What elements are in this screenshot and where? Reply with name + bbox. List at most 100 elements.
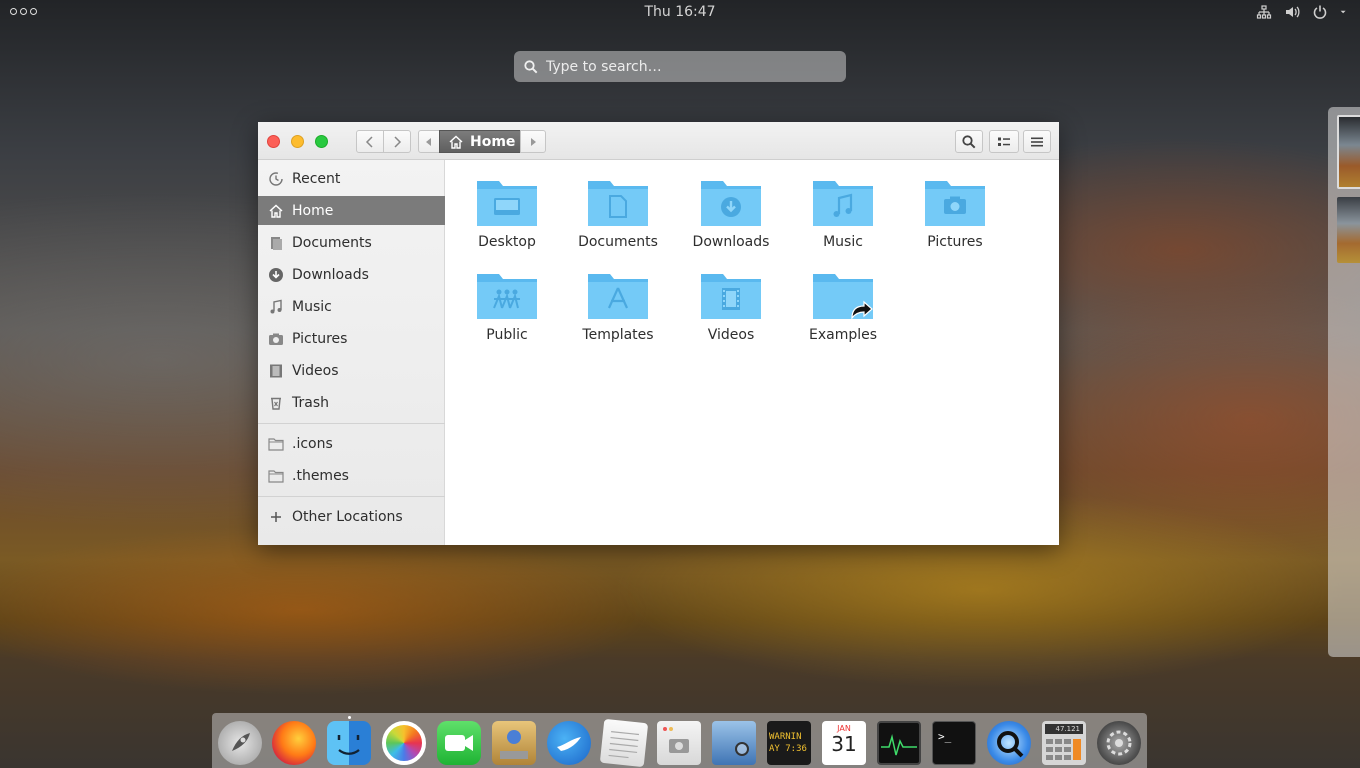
facetime-icon[interactable] xyxy=(437,721,481,765)
firefox-icon[interactable] xyxy=(272,721,316,765)
file-name: Documents xyxy=(578,234,658,250)
menu-button[interactable] xyxy=(1023,130,1051,153)
file-name: Desktop xyxy=(478,234,536,250)
terminal-icon[interactable]: >_ xyxy=(932,721,976,765)
power-icon[interactable] xyxy=(1312,4,1328,20)
sidebar-item-icons-folder[interactable]: .icons xyxy=(258,429,445,458)
sidebar-item-label: .themes xyxy=(292,467,349,484)
disk-utility-icon[interactable] xyxy=(492,721,536,765)
sidebar-item-label: Music xyxy=(292,298,332,315)
system-settings-icon[interactable] xyxy=(1097,721,1141,765)
videos-folder-icon xyxy=(701,274,761,319)
trash-icon xyxy=(271,397,281,410)
calculator-keys-icon xyxy=(1046,739,1081,760)
sidebar-item-downloads[interactable]: Downloads xyxy=(258,260,445,289)
bird-icon xyxy=(557,737,581,751)
sidebar-item-label: Home xyxy=(292,202,334,219)
minimize-button[interactable] xyxy=(291,135,304,148)
text-editor-icon[interactable] xyxy=(599,718,649,768)
documents-folder-icon xyxy=(588,181,648,226)
sidebar-item-themes-folder[interactable]: .themes xyxy=(258,461,445,490)
maximize-button[interactable] xyxy=(315,135,328,148)
camera-icon xyxy=(663,727,689,753)
sidebar-item-recent[interactable]: Recent xyxy=(258,164,445,193)
workspace-thumbnail[interactable] xyxy=(1337,197,1360,263)
desktop-folder-icon xyxy=(477,181,537,226)
file-name: Videos xyxy=(707,327,755,343)
running-indicator xyxy=(348,716,351,719)
finder-icon[interactable] xyxy=(327,721,371,765)
sidebar-item-music[interactable]: Music xyxy=(258,292,445,321)
file-manager-window: Home Recent Home Documents Downloads Mus… xyxy=(258,122,1059,545)
calculator-icon[interactable]: 47.121 xyxy=(1042,721,1086,765)
sidebar-item-other-locations[interactable]: Other Locations xyxy=(258,502,445,531)
search-icon xyxy=(962,134,976,148)
sidebar-item-documents[interactable]: Documents xyxy=(258,228,445,257)
path-home-label: Home xyxy=(470,133,516,150)
recent-icon xyxy=(269,171,283,186)
path-scroll-right-button[interactable] xyxy=(520,130,546,153)
file-item-music[interactable]: Music xyxy=(793,177,893,250)
image-viewer-icon[interactable] xyxy=(712,721,756,765)
path-scroll-left-button[interactable] xyxy=(418,130,440,153)
sidebar-item-pictures[interactable]: Pictures xyxy=(258,324,445,353)
console-icon[interactable]: WARNIN AY 7:36 xyxy=(767,721,811,765)
music-icon xyxy=(270,299,282,313)
view-toggle-button[interactable] xyxy=(989,130,1019,153)
dock: WARNIN AY 7:36 JAN 31 >_ 47.121 xyxy=(212,713,1147,768)
sidebar-item-videos[interactable]: Videos xyxy=(258,356,445,385)
sidebar-item-home[interactable]: Home xyxy=(258,196,445,225)
usb-icon xyxy=(500,730,528,759)
path-home-button[interactable]: Home xyxy=(439,130,521,153)
sidebar-item-label: Trash xyxy=(292,394,329,411)
plus-icon xyxy=(271,511,281,522)
home-icon xyxy=(449,134,463,149)
volume-icon[interactable] xyxy=(1284,4,1300,20)
file-item-documents[interactable]: Documents xyxy=(568,177,668,250)
sidebar-separator xyxy=(258,496,445,497)
calculator-display: 47.121 xyxy=(1045,724,1083,734)
launchpad-icon[interactable] xyxy=(218,721,262,765)
search-button[interactable] xyxy=(955,130,983,153)
file-item-templates[interactable]: Templates xyxy=(568,270,668,343)
workspace-thumbnail[interactable] xyxy=(1337,115,1360,189)
file-item-examples[interactable]: Examples xyxy=(793,270,893,343)
file-item-desktop[interactable]: Desktop xyxy=(457,177,557,250)
gear-icon xyxy=(1106,730,1132,756)
workspace-switcher xyxy=(1328,107,1360,657)
folder-icon xyxy=(268,469,284,483)
file-name: Templates xyxy=(582,327,654,343)
sidebar-item-trash[interactable]: Trash xyxy=(258,388,445,417)
overview-search[interactable] xyxy=(514,51,846,82)
forward-button[interactable] xyxy=(383,130,411,153)
close-button[interactable] xyxy=(267,135,280,148)
q-icon xyxy=(997,731,1024,758)
file-item-downloads[interactable]: Downloads xyxy=(681,177,781,250)
search-input[interactable] xyxy=(546,58,836,75)
triangle-left-icon xyxy=(426,137,431,146)
calendar-day: 31 xyxy=(831,732,857,756)
system-tray[interactable] xyxy=(1256,4,1350,20)
clock[interactable]: Thu 16:47 xyxy=(0,4,1360,20)
file-item-videos[interactable]: Videos xyxy=(681,270,781,343)
file-name: Public xyxy=(486,327,528,343)
back-button[interactable] xyxy=(356,130,384,153)
folder-icon xyxy=(268,437,284,451)
activity-monitor-icon[interactable] xyxy=(877,721,921,765)
chevron-down-icon[interactable] xyxy=(1340,4,1350,20)
photos-icon[interactable] xyxy=(382,721,426,765)
network-icon[interactable] xyxy=(1256,4,1272,20)
calendar-icon[interactable]: JAN 31 xyxy=(822,721,866,765)
sidebar-item-label: Videos xyxy=(292,362,339,379)
sidebar-item-label: Pictures xyxy=(292,330,348,347)
search-icon xyxy=(524,59,538,73)
menu-icon xyxy=(1031,137,1043,146)
file-name: Downloads xyxy=(692,234,770,250)
file-item-public[interactable]: Public xyxy=(457,270,557,343)
sidebar-item-label: Documents xyxy=(292,234,372,251)
mail-client-icon[interactable] xyxy=(547,721,591,765)
screenshot-icon[interactable] xyxy=(657,721,701,765)
sidebar-separator xyxy=(258,423,445,424)
file-item-pictures[interactable]: Pictures xyxy=(905,177,1005,250)
quicktime-icon[interactable] xyxy=(987,721,1031,765)
